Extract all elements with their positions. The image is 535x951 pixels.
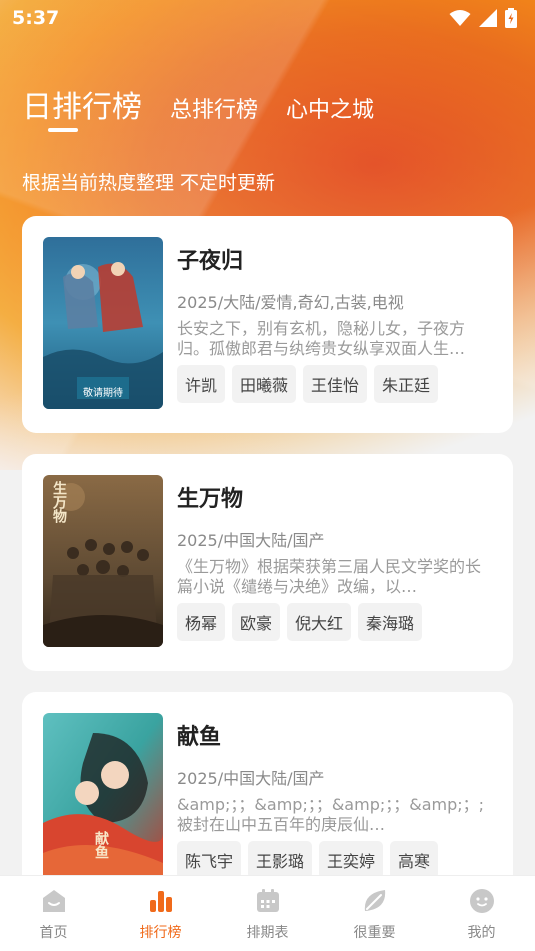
cast-tag[interactable]: 许凯 — [177, 365, 226, 403]
tab-total-ranking[interactable]: 总排行榜 — [170, 92, 258, 126]
ranking-tabs: 日排行榜 总排行榜 心中之城 — [22, 82, 515, 126]
nav-ranking[interactable]: 排行榜 — [107, 876, 214, 951]
cast-tag[interactable]: 朱正廷 — [374, 365, 439, 403]
cast-tag[interactable]: 欧豪 — [232, 603, 281, 641]
nav-ranking-label: 排行榜 — [139, 924, 182, 941]
item-title: 子夜归 — [177, 249, 244, 274]
status-time: 5:37 — [12, 7, 60, 29]
list-item[interactable]: 生万物 生万物 2025/中国大陆/国产 《生万物》根据荣获第三届人民文学奖的长… — [22, 454, 513, 671]
poster-caption: 生万物 — [51, 481, 67, 523]
calendar-icon — [253, 886, 283, 916]
poster-image: 献鱼 — [43, 713, 163, 885]
profile-icon — [467, 886, 497, 916]
cast-tag[interactable]: 杨幂 — [177, 603, 226, 641]
item-meta: 2025/中国大陆/国产 — [177, 531, 325, 550]
item-description: &amp;；；&amp;；；&amp;；；&amp;；;被封在山中五百年的庚辰仙… — [177, 795, 485, 834]
poster-caption: 敬请期待 — [83, 388, 123, 399]
nav-schedule[interactable]: 排期表 — [214, 876, 321, 951]
nav-important[interactable]: 很重要 — [321, 876, 428, 951]
active-tab-indicator — [48, 128, 78, 132]
item-info: 献鱼 2025/中国大陆/国产 &amp;；；&amp;；；&amp;；；&am… — [177, 713, 493, 888]
status-bar: 5:37 — [0, 0, 535, 36]
cast-tags: 杨幂 欧豪 倪大红 秦海璐 — [177, 603, 493, 641]
poster-image: 生万物 — [43, 475, 163, 647]
tab-daily-ranking[interactable]: 日排行榜 — [22, 82, 142, 126]
signal-icon — [479, 9, 497, 27]
poster-caption: 献鱼 — [93, 831, 109, 859]
leaf-icon — [360, 886, 390, 916]
tab-heart-city[interactable]: 心中之城 — [286, 92, 374, 126]
ranking-list: 敬请期待 子夜归 2025/大陆/爱情,奇幻,古装,电视 长安之下，别有玄机，隐… — [22, 216, 513, 930]
bottom-navigation: 首页 排行榜 排期表 很重要 我的 — [0, 875, 535, 951]
ranking-subtitle: 根据当前热度整理 不定时更新 — [22, 172, 276, 194]
cast-tag[interactable]: 王佳怡 — [303, 365, 368, 403]
cast-tag[interactable]: 王奕婷 — [319, 841, 384, 879]
home-icon — [39, 886, 69, 916]
nav-home-label: 首页 — [39, 924, 68, 941]
nav-profile[interactable]: 我的 — [428, 876, 535, 951]
item-info: 子夜归 2025/大陆/爱情,奇幻,古装,电视 长安之下，别有玄机，隐秘儿女，子… — [177, 237, 493, 412]
status-icons — [449, 8, 517, 28]
item-title: 献鱼 — [177, 725, 222, 750]
nav-home[interactable]: 首页 — [0, 876, 107, 951]
cast-tags: 许凯 田曦薇 王佳怡 朱正廷 — [177, 365, 493, 403]
nav-important-label: 很重要 — [353, 924, 396, 941]
cast-tag[interactable]: 秦海璐 — [358, 603, 423, 641]
cast-tag[interactable]: 田曦薇 — [232, 365, 297, 403]
wifi-icon — [449, 10, 471, 26]
item-description: 《生万物》根据荣获第三届人民文学奖的长篇小说《缱绻与决绝》改编，以… — [177, 557, 482, 596]
item-info: 生万物 2025/中国大陆/国产 《生万物》根据荣获第三届人民文学奖的长篇小说《… — [177, 475, 493, 650]
item-title: 生万物 — [177, 487, 244, 512]
cast-tag[interactable]: 陈飞宇 — [177, 841, 242, 879]
cast-tag[interactable]: 高寒 — [390, 841, 439, 879]
poster-art — [43, 713, 163, 885]
list-item[interactable]: 敬请期待 子夜归 2025/大陆/爱情,奇幻,古装,电视 长安之下，别有玄机，隐… — [22, 216, 513, 433]
cast-tag[interactable]: 王影璐 — [248, 841, 313, 879]
item-meta: 2025/大陆/爱情,奇幻,古装,电视 — [177, 293, 404, 312]
cast-tags: 陈飞宇 王影璐 王奕婷 高寒 — [177, 841, 493, 879]
battery-icon — [505, 8, 517, 28]
item-description: 长安之下，别有玄机，隐秘儿女，子夜方归。孤傲郎君与纨绔贵女纵享双面人生… — [177, 319, 466, 358]
item-meta: 2025/中国大陆/国产 — [177, 769, 325, 788]
ranking-icon — [146, 886, 176, 916]
nav-profile-label: 我的 — [467, 924, 496, 941]
nav-schedule-label: 排期表 — [246, 924, 289, 941]
cast-tag[interactable]: 倪大红 — [287, 603, 352, 641]
poster-image: 敬请期待 — [43, 237, 163, 409]
